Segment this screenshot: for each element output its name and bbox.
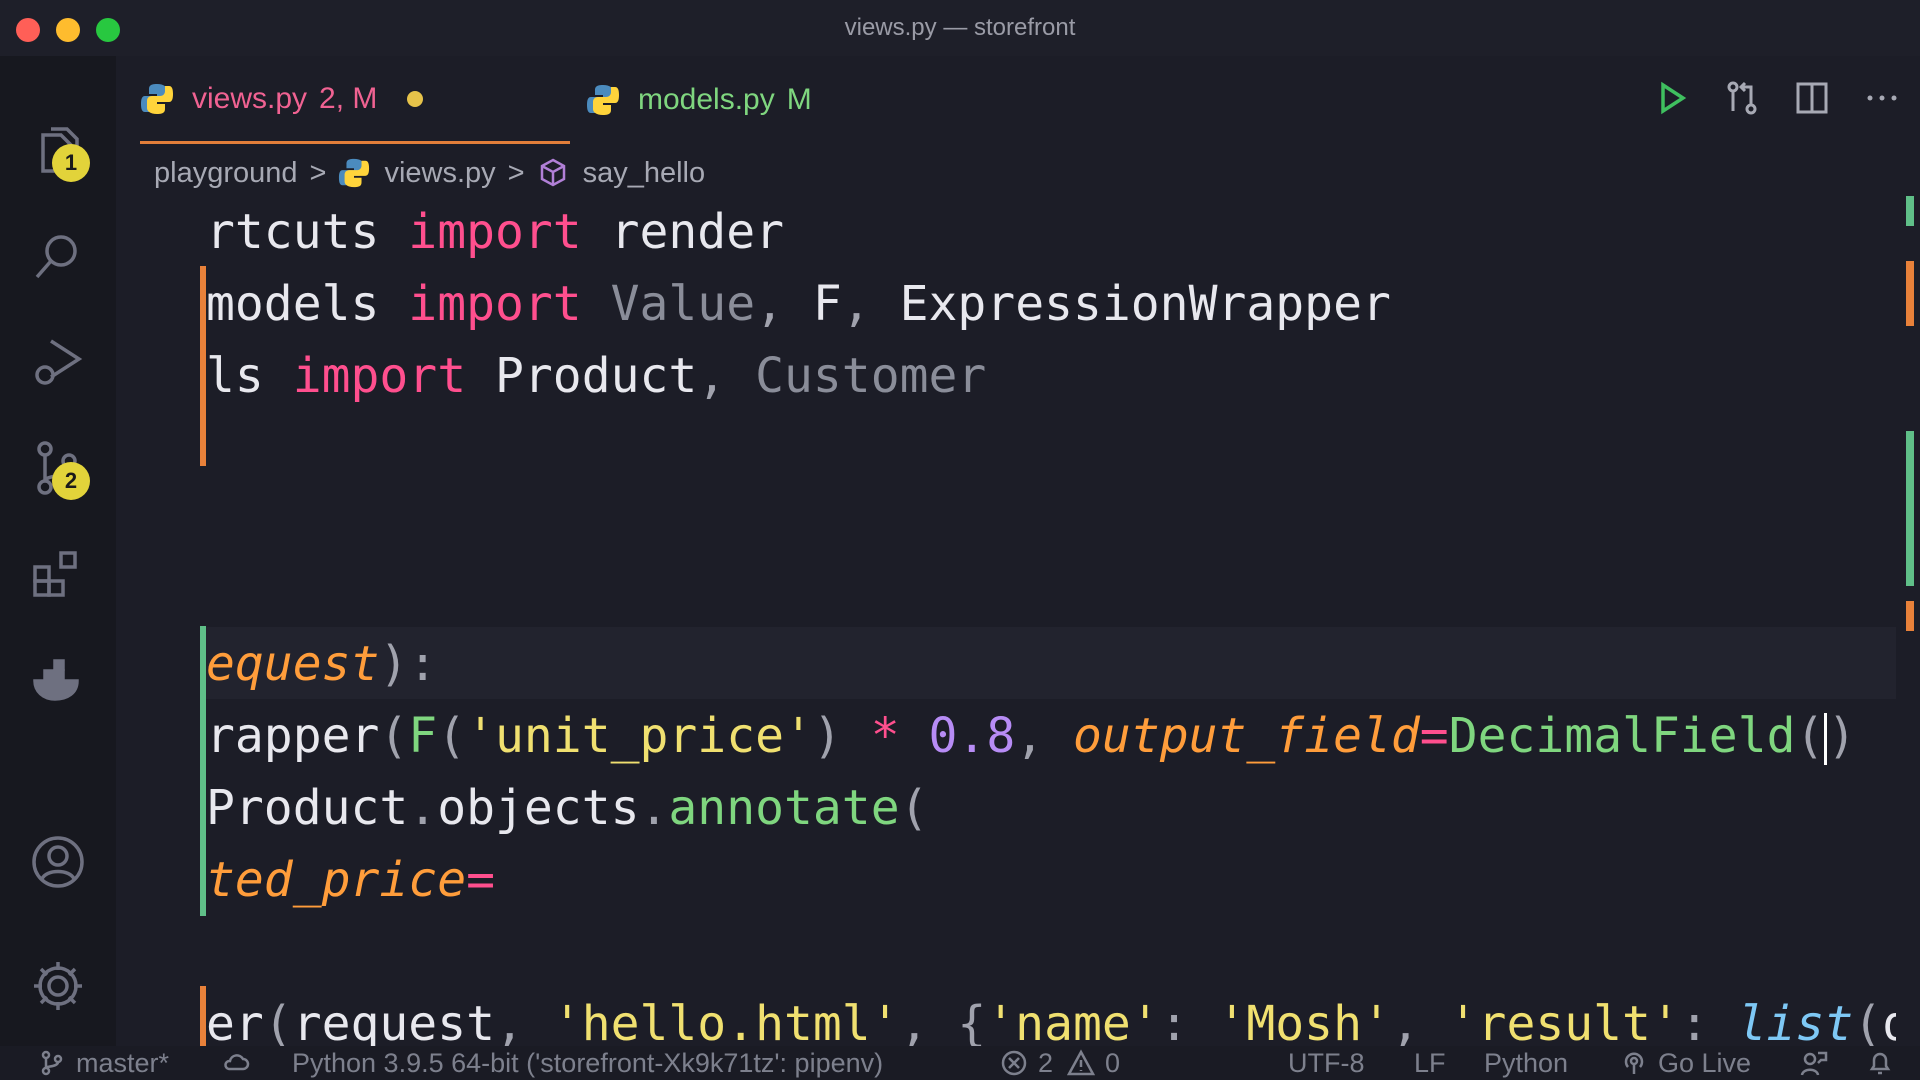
search-button[interactable] [24, 222, 92, 290]
method-cube-icon [540, 158, 565, 187]
status-bar: master* Python 3.9.5 64-bit ('storefront… [0, 1046, 1920, 1080]
tab-label: models.py [638, 83, 775, 116]
code-line: rtcuts import render [206, 204, 784, 260]
run-file-button[interactable] [1650, 76, 1694, 120]
warning-icon [1067, 1049, 1096, 1076]
language-mode-status[interactable]: Python [1484, 1046, 1568, 1080]
notifications-button[interactable] [1866, 1046, 1904, 1080]
tab-models-py[interactable]: models.py M [586, 56, 886, 144]
interpreter-label: Python 3.9.5 64-bit ('storefront-Xk9k71t… [292, 1047, 884, 1078]
git-branch-icon [41, 1050, 63, 1076]
explorer-badge: 1 [52, 144, 90, 182]
account-icon [32, 836, 84, 888]
settings-button[interactable] [24, 952, 92, 1020]
go-live-label: Go Live [1658, 1047, 1752, 1078]
encoding-label: UTF-8 [1288, 1047, 1365, 1078]
tab-views-py[interactable]: views.py 2, M [140, 56, 570, 144]
overview-ruler-marker [1906, 261, 1914, 326]
python-icon [339, 158, 370, 188]
person-feedback-icon [1800, 1051, 1828, 1076]
extensions-icon [33, 551, 77, 597]
bell-icon [1869, 1052, 1891, 1075]
overview-ruler-marker [1906, 601, 1914, 631]
chevron-right-icon: > [309, 156, 327, 189]
run-debug-button[interactable] [24, 328, 92, 396]
code-editor[interactable]: rtcuts import render models import Value… [206, 196, 1896, 1046]
tab-status: M [786, 83, 812, 116]
run-debug-icon [35, 339, 83, 385]
tab-status: 2, M [319, 81, 378, 115]
breadcrumb-file[interactable]: views.py [384, 157, 495, 190]
editor-area: views.py 2, M models.py M playground > v… [116, 56, 1920, 1046]
overview-ruler-marker [1906, 196, 1914, 226]
breadcrumb-symbol[interactable]: say_hello [583, 157, 706, 190]
sync-status[interactable] [222, 1046, 260, 1080]
gear-icon [34, 962, 82, 1010]
extensions-button[interactable] [24, 540, 92, 608]
language-label: Python [1484, 1047, 1569, 1078]
branch-name: master* [76, 1047, 170, 1078]
ellipsis-icon [1867, 95, 1897, 101]
source-control-button[interactable]: 2 [24, 434, 92, 502]
open-changes-button[interactable] [1720, 76, 1764, 120]
code-line: equest): [206, 636, 438, 692]
error-count: 2 [1038, 1047, 1054, 1078]
eol-status[interactable]: LF [1414, 1046, 1446, 1080]
python-icon [141, 83, 173, 114]
title-bar: views.py — storefront [0, 0, 1920, 56]
code-line: ls import Product, Customer [206, 348, 987, 404]
problems-status[interactable]: 2 0 [1000, 1046, 1120, 1080]
python-interpreter-status[interactable]: Python 3.9.5 64-bit ('storefront-Xk9k71t… [292, 1046, 883, 1080]
activity-bar: 1 2 [0, 56, 116, 1046]
branch-status[interactable]: master* [38, 1046, 169, 1080]
window-title: views.py — storefront [844, 14, 1076, 41]
more-actions-button[interactable] [1860, 76, 1904, 120]
go-live-button[interactable]: Go Live [1620, 1046, 1751, 1080]
split-editor-button[interactable] [1790, 76, 1834, 120]
code-line: Product.objects.annotate( [206, 780, 929, 836]
search-icon [35, 235, 77, 279]
chevron-right-icon: > [507, 156, 525, 189]
feedback-button[interactable] [1800, 1046, 1838, 1080]
code-line: rapper(F('unit_price') * 0.8, output_fie… [206, 708, 1857, 765]
accounts-button[interactable] [24, 828, 92, 896]
error-icon [1001, 1050, 1027, 1076]
tab-bar: views.py 2, M models.py M [116, 56, 1920, 144]
breadcrumb-folder[interactable]: playground [154, 157, 298, 190]
play-icon [1661, 81, 1687, 115]
code-line: ted_price= [206, 852, 495, 908]
source-control-badge: 2 [52, 462, 90, 500]
explorer-button[interactable]: 1 [24, 116, 92, 184]
docker-icon [33, 659, 79, 701]
editor-actions [1650, 76, 1904, 120]
docker-button[interactable] [24, 646, 92, 714]
python-icon [587, 85, 619, 115]
compare-changes-icon [1727, 81, 1757, 115]
encoding-status[interactable]: UTF-8 [1288, 1046, 1365, 1080]
cloud-sync-icon [224, 1054, 250, 1071]
overview-ruler-marker [1906, 431, 1914, 586]
eol-label: LF [1414, 1047, 1446, 1078]
code-line: models import Value, F, ExpressionWrappe… [206, 276, 1391, 332]
warning-count: 0 [1105, 1047, 1121, 1078]
unsaved-indicator[interactable] [407, 90, 424, 107]
tab-label: views.py [192, 81, 308, 115]
broadcast-icon [1624, 1052, 1644, 1074]
code-line: er(request, 'hello.html', {'name': 'Mosh… [206, 996, 1896, 1046]
breadcrumb: playground > views.py > say_hello [154, 148, 705, 198]
split-editor-icon [1796, 82, 1828, 114]
